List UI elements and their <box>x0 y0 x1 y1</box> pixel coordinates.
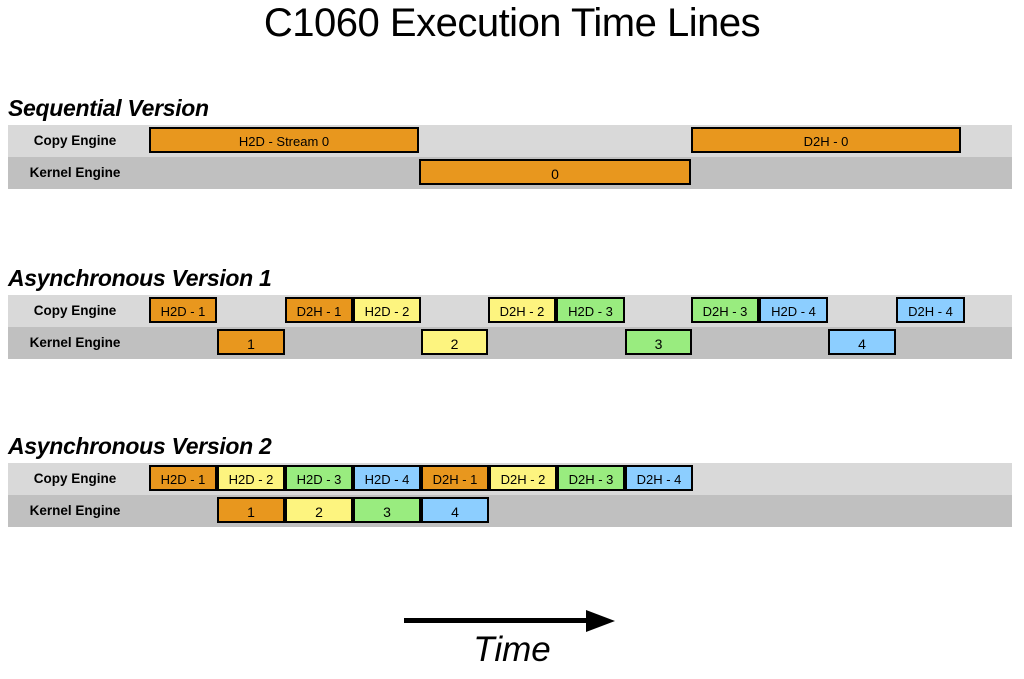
timeline-block[interactable]: 4 <box>828 329 896 355</box>
lane-label-kernel: Kernel Engine <box>29 503 121 518</box>
timeline-block[interactable]: 3 <box>353 497 421 523</box>
page-title: C1060 Execution Time Lines <box>263 1 761 45</box>
timeline-block[interactable]: H2D - 1 <box>149 465 217 491</box>
time-arrow-head-icon <box>586 610 615 632</box>
timeline-block[interactable]: D2H - 2 <box>489 465 557 491</box>
time-arrow-line-icon <box>404 618 590 623</box>
timeline-block[interactable]: 3 <box>625 329 692 355</box>
timeline-block[interactable]: H2D - 3 <box>556 297 625 323</box>
timeline-block[interactable]: H2D - 1 <box>149 297 217 323</box>
lane-copy: Copy Engine H2D - 1 H2D - 2 H2D - 3 H2D - 4D… <box>8 463 1012 495</box>
lane-copy: Copy Engine H2D - 1 D2H - 1 H2D - 2 D2H - 2H… <box>8 295 1012 327</box>
timeline-block[interactable]: D2H - 3 <box>557 465 625 491</box>
lane-kernel: Kernel Engine 0 <box>8 157 1012 189</box>
timeline-block[interactable]: D2H - 4 <box>625 465 693 491</box>
lanes: Copy Engine H2D - 1 H2D - 2 H2D - 3 H2D - 4D… <box>8 463 1012 527</box>
section-heading: Asynchronous Version 1 <box>8 265 272 291</box>
timeline-block[interactable]: H2D - 2 <box>353 297 421 323</box>
timeline-block[interactable]: 1 <box>217 329 285 355</box>
lane-label-copy: Copy Engine <box>33 471 117 486</box>
timeline-block[interactable]: H2D - Stream 0 <box>149 127 419 153</box>
timeline-block[interactable]: H2D - 3 <box>285 465 353 491</box>
lane-label-kernel: Kernel Engine <box>29 165 121 180</box>
timeline-block[interactable]: 0 <box>419 159 691 185</box>
lane-kernel: Kernel Engine 1 2 3 4 <box>8 495 1012 527</box>
timeline-block[interactable]: 1 <box>217 497 285 523</box>
timeline-block[interactable]: D2H - 1 <box>421 465 489 491</box>
timeline-block[interactable]: D2H - 2 <box>488 297 556 323</box>
lane-kernel: Kernel Engine 1 2 3 4 <box>8 327 1012 359</box>
section-heading: Asynchronous Version 2 <box>8 433 272 459</box>
timeline-block[interactable]: D2H - 1 <box>285 297 353 323</box>
timeline-block[interactable]: H2D - 2 <box>217 465 285 491</box>
lane-label-copy: Copy Engine <box>33 303 117 318</box>
timeline-block[interactable]: 2 <box>285 497 353 523</box>
timeline-block[interactable]: H2D - 4 <box>353 465 421 491</box>
timeline-block[interactable]: 2 <box>421 329 488 355</box>
section-heading: Sequential Version <box>8 95 209 121</box>
time-axis-label: Time <box>473 630 551 669</box>
lane-label-copy: Copy Engine <box>33 133 117 148</box>
timeline-block[interactable]: 4 <box>421 497 489 523</box>
timeline-block[interactable]: H2D - 4 <box>759 297 828 323</box>
lane-label-kernel: Kernel Engine <box>29 335 121 350</box>
time-axis: Time <box>0 600 1024 679</box>
timeline-block[interactable]: D2H - 0 <box>691 127 961 153</box>
timeline-block[interactable]: D2H - 3 <box>691 297 759 323</box>
lane-copy: Copy Engine H2D - Stream 0 D2H - 0 <box>8 125 1012 157</box>
lanes: Copy Engine H2D - 1 D2H - 1 H2D - 2 D2H - 2H… <box>8 295 1012 359</box>
lanes: Copy Engine H2D - Stream 0 D2H - 0 Kernel E… <box>8 125 1012 189</box>
timeline-block[interactable]: D2H - 4 <box>896 297 965 323</box>
